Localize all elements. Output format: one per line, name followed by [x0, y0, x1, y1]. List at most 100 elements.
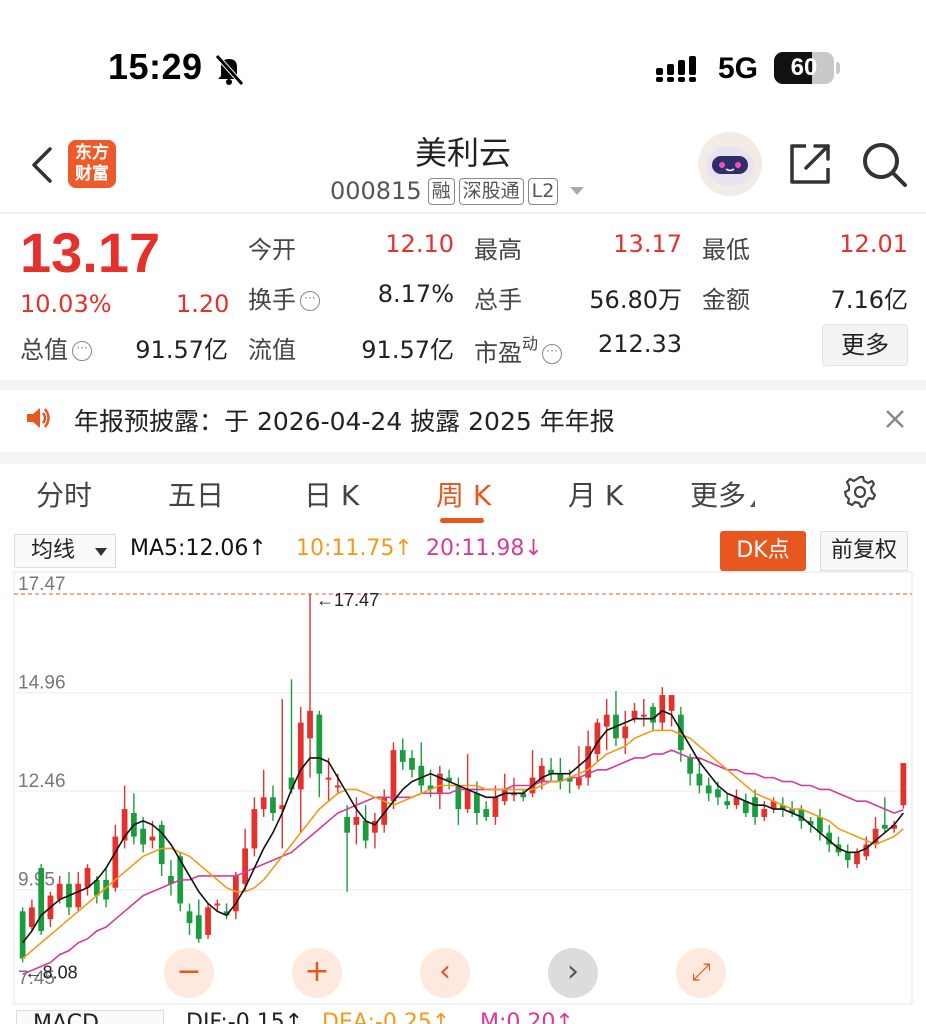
- candle-body: [854, 852, 860, 865]
- header-divider: [0, 212, 926, 214]
- candle-body: [474, 793, 480, 814]
- min-price-label: ←8.08: [25, 962, 78, 982]
- candle-body: [742, 801, 749, 814]
- zoom-in-button[interactable]: +: [292, 948, 342, 998]
- low-value: 12.01: [839, 230, 908, 258]
- mktcap-label-text: 总值: [20, 336, 68, 364]
- candle-body: [418, 765, 425, 786]
- status-bar: 15:29 5G 60: [0, 0, 926, 120]
- corner-caret-icon: [750, 500, 756, 507]
- candle-body: [844, 852, 851, 861]
- candle-body: [325, 777, 332, 780]
- turnover-label[interactable]: 换手 ···: [248, 280, 320, 315]
- tab-daily-k[interactable]: 日 K: [304, 474, 359, 514]
- tab-monthly-k[interactable]: 月 K: [568, 474, 623, 514]
- chevron-down-icon[interactable]: [570, 187, 585, 195]
- info-icon[interactable]: ···: [300, 291, 320, 311]
- change-amount: 1.20: [176, 290, 230, 318]
- candle-body: [29, 907, 35, 928]
- indicator-select[interactable]: 均线: [14, 534, 116, 568]
- dk-point-button[interactable]: DK点: [720, 531, 806, 571]
- candle-body: [195, 915, 202, 939]
- candle-body: [205, 907, 211, 935]
- candle-body: [362, 820, 369, 841]
- pe-label[interactable]: 市盈动 ···: [474, 330, 563, 368]
- candle-body: [483, 809, 490, 817]
- candle-body: [19, 911, 26, 959]
- adjust-mode-button[interactable]: 前复权: [820, 531, 908, 571]
- candle-body: [594, 722, 601, 755]
- candle-body: [334, 785, 341, 788]
- candle-body: [149, 836, 156, 841]
- candle-body: [696, 773, 703, 786]
- stock-code: 000815: [330, 177, 422, 205]
- y-tick-label: 17.47: [18, 574, 66, 595]
- tab-five-day[interactable]: 五日: [168, 474, 224, 514]
- candle-body: [576, 777, 582, 786]
- zoom-out-button[interactable]: −: [164, 948, 214, 998]
- candle-body: [705, 785, 712, 794]
- scroll-right-button[interactable]: ›: [548, 948, 598, 998]
- section-divider: [0, 452, 926, 464]
- bell-muted-icon: [215, 54, 244, 86]
- candle-body: [761, 809, 768, 817]
- y-tick-label: 12.46: [18, 771, 66, 792]
- tab-intraday[interactable]: 分时: [36, 474, 92, 514]
- candle-body: [900, 763, 907, 806]
- candle-body: [603, 714, 610, 727]
- ma20-value: 20:11.98↓: [426, 536, 543, 561]
- ma10-value: 10:11.75↑: [296, 536, 413, 561]
- candle-body: [501, 789, 508, 802]
- mktcap-label[interactable]: 总值 ···: [20, 330, 92, 365]
- tag-margin: 融: [427, 177, 455, 205]
- battery-icon: 60: [774, 52, 840, 84]
- candle-body: [715, 789, 721, 798]
- search-icon[interactable]: [860, 140, 908, 188]
- scroll-left-button[interactable]: ‹: [420, 948, 470, 998]
- mktcap-value: 91.57亿: [135, 336, 228, 364]
- fullscreen-button[interactable]: ⤢: [676, 948, 726, 998]
- candle-body: [724, 801, 731, 806]
- stock-subtitle[interactable]: 000815 融 深股通 L2: [330, 176, 585, 206]
- candle-body: [464, 789, 471, 810]
- robot-assistant-avatar[interactable]: [698, 132, 762, 196]
- gear-icon[interactable]: [842, 474, 878, 510]
- candle-body: [251, 809, 258, 849]
- close-icon[interactable]: [884, 408, 906, 430]
- candle-body: [650, 706, 656, 723]
- notice-text[interactable]: 年报预披露：于 2026-04-24 披露 2025 年年报: [74, 402, 615, 438]
- candle-body: [270, 797, 276, 814]
- change-percent: 10.03%: [20, 290, 112, 318]
- tab-more[interactable]: 更多: [690, 474, 756, 514]
- macd-select[interactable]: MACD: [16, 1010, 164, 1024]
- low-label: 最低: [702, 236, 750, 264]
- candle-body: [640, 714, 647, 717]
- indicator-select-label: 均线: [31, 538, 76, 563]
- tag-l2: L2: [527, 177, 559, 205]
- candle-body: [344, 816, 350, 833]
- amount-label: 金额: [702, 286, 750, 314]
- info-icon[interactable]: ···: [542, 344, 563, 364]
- pe-label-text: 市盈: [474, 339, 522, 367]
- dif-value: DIF:-0.15↑: [186, 1010, 304, 1024]
- ma20-line: [22, 749, 904, 975]
- info-icon[interactable]: ···: [72, 341, 92, 361]
- m-value: M:0.20↑: [480, 1010, 574, 1024]
- candle-body: [242, 848, 249, 884]
- tab-more-label: 更多: [690, 479, 747, 512]
- candle-body: [668, 695, 675, 711]
- amount-value: 7.16亿: [830, 286, 908, 314]
- ma10-line: [22, 729, 904, 960]
- more-button[interactable]: 更多: [822, 324, 908, 366]
- candle-body: [75, 883, 82, 908]
- share-icon[interactable]: [788, 142, 832, 186]
- float-value: 91.57亿: [361, 336, 454, 364]
- candle-body: [881, 824, 888, 829]
- tab-weekly-k[interactable]: 周 K: [436, 474, 491, 514]
- weekly-k-chart[interactable]: 17.4714.9612.469.957.45←17.47←8.08: [0, 570, 926, 1006]
- open-label: 今开: [248, 236, 296, 264]
- current-price: 13.17: [20, 221, 161, 284]
- active-tab-indicator: [440, 518, 484, 523]
- candle-body: [84, 868, 91, 888]
- battery-level: 60: [790, 54, 818, 81]
